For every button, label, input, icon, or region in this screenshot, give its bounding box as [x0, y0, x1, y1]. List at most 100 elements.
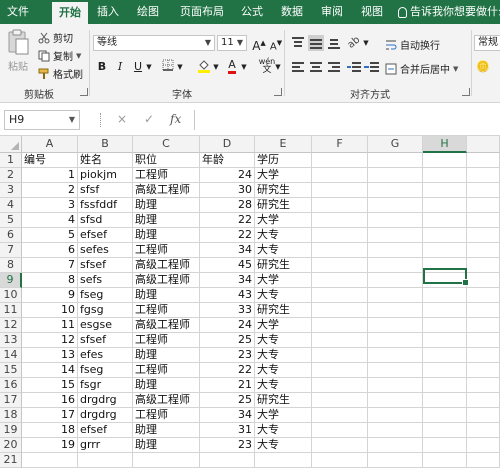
cell-a16[interactable]: 15: [22, 378, 78, 393]
cell-d19[interactable]: 31: [200, 423, 255, 438]
cell-next1[interactable]: [467, 153, 500, 168]
column-header-g[interactable]: G: [368, 136, 423, 153]
cell-c2[interactable]: 工程师: [133, 168, 200, 183]
tab-home[interactable]: 开始: [52, 2, 88, 24]
cell-h2[interactable]: [423, 168, 467, 183]
cell-e4[interactable]: 研究生: [255, 198, 312, 213]
row-header[interactable]: 18: [0, 408, 22, 423]
cell-b13[interactable]: sfsef: [78, 333, 133, 348]
paste-button[interactable]: 粘贴: [6, 28, 30, 73]
cell-e18[interactable]: 大学: [255, 408, 312, 423]
cell-g9[interactable]: [368, 273, 423, 288]
cell-d21[interactable]: [200, 453, 255, 468]
cell-c6[interactable]: 助理: [133, 228, 200, 243]
insert-function-icon[interactable]: fx: [170, 112, 181, 126]
accounting-format-button[interactable]: 🪙: [476, 60, 490, 73]
borders-dropdown-icon[interactable]: ▼: [176, 59, 184, 75]
bottom-align-button[interactable]: [326, 35, 342, 51]
tab-insert[interactable]: 插入: [92, 0, 124, 24]
cell-c3[interactable]: 高级工程师: [133, 183, 200, 198]
cell-h6[interactable]: [423, 228, 467, 243]
cell-a5[interactable]: 4: [22, 213, 78, 228]
cell-c13[interactable]: 工程师: [133, 333, 200, 348]
cell-next13[interactable]: [467, 333, 500, 348]
cell-d5[interactable]: 22: [200, 213, 255, 228]
cell-f3[interactable]: [312, 183, 368, 198]
cell-e13[interactable]: 大专: [255, 333, 312, 348]
cell-c16[interactable]: 助理: [133, 378, 200, 393]
tab-data[interactable]: 数据: [276, 0, 308, 24]
cell-b7[interactable]: sefes: [78, 243, 133, 258]
cell-g6[interactable]: [368, 228, 423, 243]
bold-button[interactable]: B: [94, 59, 110, 75]
cell-e6[interactable]: 大专: [255, 228, 312, 243]
column-header-h[interactable]: H: [423, 136, 467, 153]
cell-d13[interactable]: 25: [200, 333, 255, 348]
cell-a4[interactable]: 3: [22, 198, 78, 213]
wrap-text-button[interactable]: 自动换行: [385, 37, 440, 52]
cell-a13[interactable]: 12: [22, 333, 78, 348]
row-header[interactable]: 3: [0, 183, 22, 198]
clipboard-launcher-icon[interactable]: [80, 88, 88, 96]
grow-font-button[interactable]: A▲: [251, 35, 267, 53]
cell-g17[interactable]: [368, 393, 423, 408]
align-right-button[interactable]: [326, 59, 342, 75]
cell-e20[interactable]: 大专: [255, 438, 312, 453]
row-header[interactable]: 20: [0, 438, 22, 453]
cell-a1[interactable]: 编号: [22, 153, 78, 168]
cell-e19[interactable]: 大专: [255, 423, 312, 438]
cell-c20[interactable]: 助理: [133, 438, 200, 453]
column-header-f[interactable]: F: [312, 136, 368, 153]
row-header[interactable]: 11: [0, 303, 22, 318]
copy-button[interactable]: 复制 ▼: [38, 48, 81, 63]
cell-b5[interactable]: sfsd: [78, 213, 133, 228]
cell-a20[interactable]: 19: [22, 438, 78, 453]
cell-f20[interactable]: [312, 438, 368, 453]
italic-button[interactable]: I: [112, 59, 128, 75]
row-header[interactable]: 6: [0, 228, 22, 243]
cell-h7[interactable]: [423, 243, 467, 258]
cell-d8[interactable]: 45: [200, 258, 255, 273]
cell-g3[interactable]: [368, 183, 423, 198]
cell-f12[interactable]: [312, 318, 368, 333]
merge-center-button[interactable]: 合并后居中 ▼: [385, 61, 458, 76]
cell-g1[interactable]: [368, 153, 423, 168]
cell-h4[interactable]: [423, 198, 467, 213]
cell-a21[interactable]: [22, 453, 78, 468]
fill-color-dropdown-icon[interactable]: ▼: [212, 59, 220, 75]
cell-g8[interactable]: [368, 258, 423, 273]
cell-d4[interactable]: 28: [200, 198, 255, 213]
cell-next5[interactable]: [467, 213, 500, 228]
cell-g21[interactable]: [368, 453, 423, 468]
middle-align-button[interactable]: [308, 35, 324, 51]
cut-button[interactable]: 剪切: [38, 30, 73, 45]
phonetic-dropdown-icon[interactable]: ▼: [274, 59, 282, 75]
cell-f21[interactable]: [312, 453, 368, 468]
cell-h21[interactable]: [423, 453, 467, 468]
font-color-dropdown-icon[interactable]: ▼: [240, 59, 248, 75]
cell-h3[interactable]: [423, 183, 467, 198]
cell-a10[interactable]: 9: [22, 288, 78, 303]
row-header[interactable]: 14: [0, 348, 22, 363]
cell-a11[interactable]: 10: [22, 303, 78, 318]
cell-c15[interactable]: 工程师: [133, 363, 200, 378]
cell-f2[interactable]: [312, 168, 368, 183]
cell-a7[interactable]: 6: [22, 243, 78, 258]
cell-d15[interactable]: 22: [200, 363, 255, 378]
cell-g16[interactable]: [368, 378, 423, 393]
row-header[interactable]: 16: [0, 378, 22, 393]
tab-draw[interactable]: 绘图: [132, 0, 164, 24]
cell-h12[interactable]: [423, 318, 467, 333]
row-header[interactable]: 12: [0, 318, 22, 333]
cell-e16[interactable]: 大专: [255, 378, 312, 393]
cell-next3[interactable]: [467, 183, 500, 198]
cell-a12[interactable]: 11: [22, 318, 78, 333]
cell-next4[interactable]: [467, 198, 500, 213]
tell-me-search[interactable]: 告诉我你想要做什么: [398, 0, 500, 24]
cell-f14[interactable]: [312, 348, 368, 363]
cell-next19[interactable]: [467, 423, 500, 438]
cell-d12[interactable]: 24: [200, 318, 255, 333]
cell-f18[interactable]: [312, 408, 368, 423]
cell-h11[interactable]: [423, 303, 467, 318]
cell-c11[interactable]: 工程师: [133, 303, 200, 318]
